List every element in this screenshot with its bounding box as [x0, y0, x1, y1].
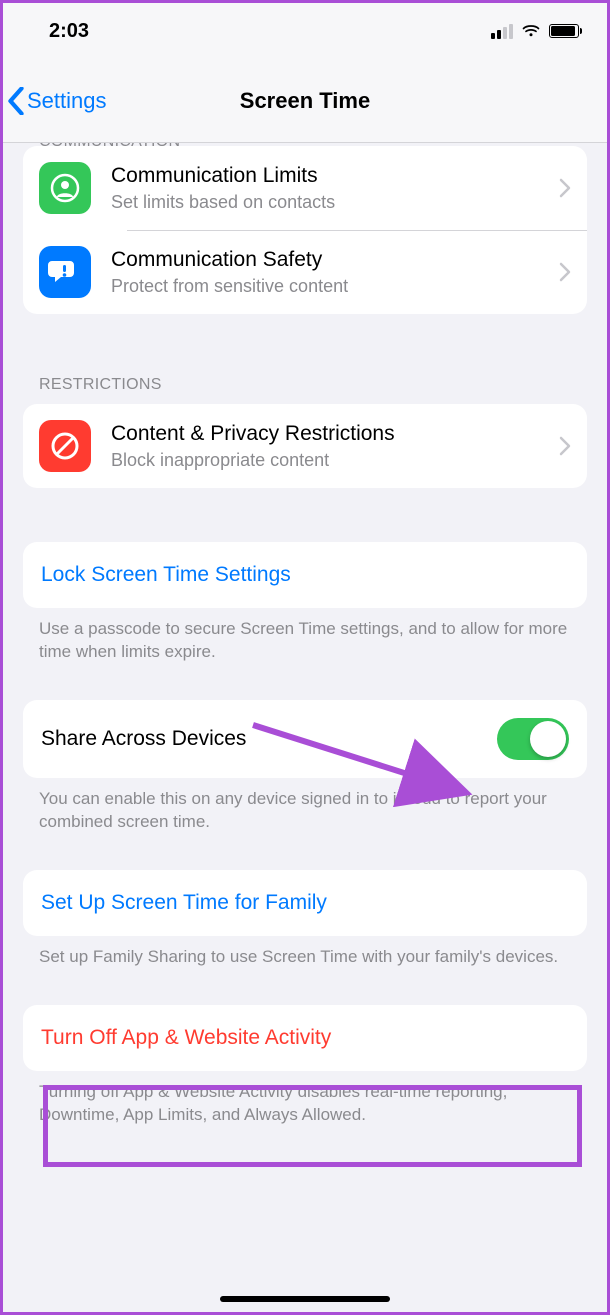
back-label: Settings	[27, 88, 107, 114]
battery-icon	[549, 24, 579, 38]
footer-lock: Use a passcode to secure Screen Time set…	[3, 608, 607, 664]
group-communication: Communication Limits Set limits based on…	[23, 146, 587, 314]
row-communication-safety[interactable]: Communication Safety Protect from sensit…	[23, 230, 587, 314]
chevron-right-icon	[559, 436, 571, 456]
status-bar: 2:03	[3, 3, 607, 59]
section-header-restrictions: RESTRICTIONS	[3, 368, 607, 404]
row-setup-family[interactable]: Set Up Screen Time for Family	[23, 870, 587, 936]
group-family: Set Up Screen Time for Family	[23, 870, 587, 936]
home-indicator	[220, 1296, 390, 1302]
group-turn-off: Turn Off App & Website Activity	[23, 1005, 587, 1071]
footer-family: Set up Family Sharing to use Screen Time…	[3, 936, 607, 969]
back-button[interactable]: Settings	[7, 87, 107, 115]
restrictions-icon	[39, 420, 91, 472]
row-title: Content & Privacy Restrictions	[111, 421, 551, 447]
group-restrictions: Content & Privacy Restrictions Block ina…	[23, 404, 587, 488]
row-share-across-devices[interactable]: Share Across Devices	[23, 700, 587, 778]
chevron-left-icon	[7, 87, 25, 115]
footer-turn-off: Turning off App & Website Activity disab…	[3, 1071, 607, 1127]
row-title: Lock Screen Time Settings	[41, 562, 291, 588]
navigation-bar: Settings Screen Time	[3, 59, 607, 143]
row-title: Turn Off App & Website Activity	[41, 1025, 331, 1051]
row-lock-settings[interactable]: Lock Screen Time Settings	[23, 542, 587, 608]
content: COMMUNICATION Communication Limits Set l…	[3, 133, 607, 1127]
row-subtitle: Block inappropriate content	[111, 449, 551, 472]
contacts-icon	[39, 162, 91, 214]
share-toggle[interactable]	[497, 718, 569, 760]
safety-icon	[39, 246, 91, 298]
cellular-icon	[491, 23, 513, 39]
row-title: Communication Limits	[111, 163, 551, 189]
group-share: Share Across Devices	[23, 700, 587, 778]
row-title: Share Across Devices	[41, 726, 497, 752]
row-turn-off-activity[interactable]: Turn Off App & Website Activity	[23, 1005, 587, 1071]
row-subtitle: Set limits based on contacts	[111, 191, 551, 214]
wifi-icon	[521, 21, 541, 41]
row-title: Communication Safety	[111, 247, 551, 273]
row-communication-limits[interactable]: Communication Limits Set limits based on…	[23, 146, 587, 230]
row-title: Set Up Screen Time for Family	[41, 890, 327, 916]
row-content-privacy[interactable]: Content & Privacy Restrictions Block ina…	[23, 404, 587, 488]
status-time: 2:03	[49, 20, 89, 43]
row-subtitle: Protect from sensitive content	[111, 275, 551, 298]
footer-share: You can enable this on any device signed…	[3, 778, 607, 834]
group-lock: Lock Screen Time Settings	[23, 542, 587, 608]
chevron-right-icon	[559, 262, 571, 282]
chevron-right-icon	[559, 178, 571, 198]
page-title: Screen Time	[240, 88, 370, 114]
status-icons	[491, 21, 579, 41]
